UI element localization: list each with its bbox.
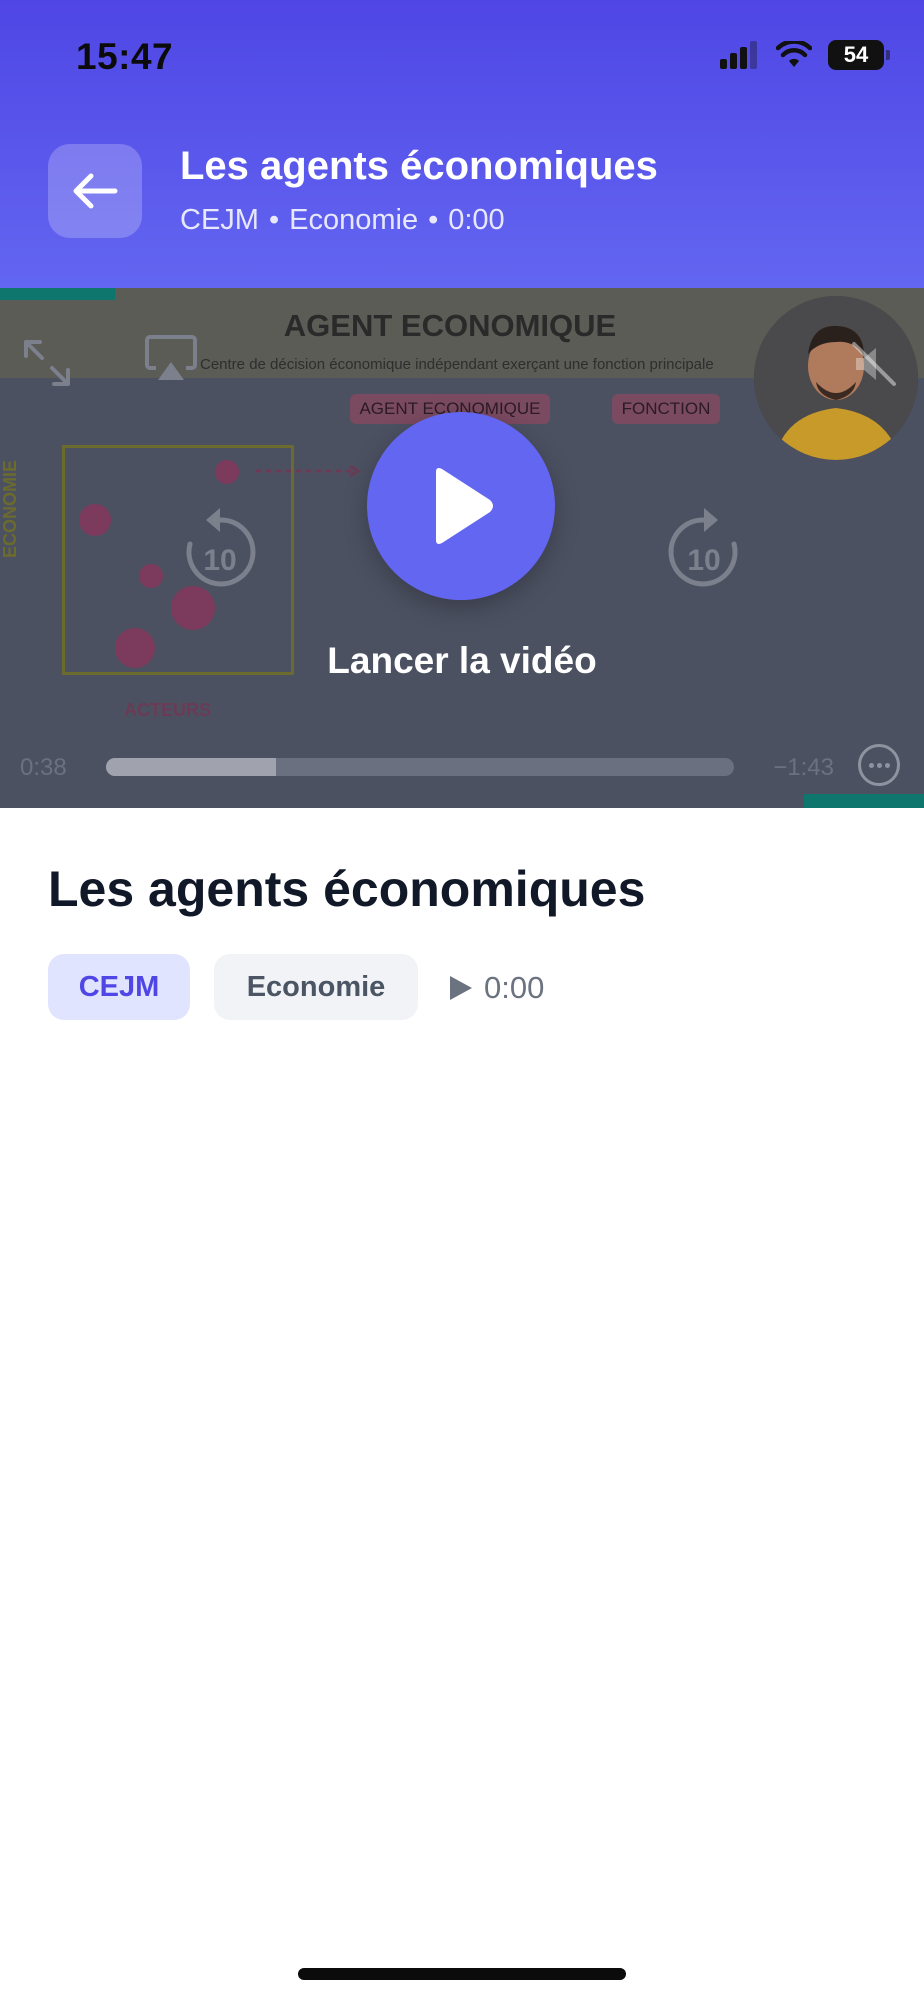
slide-tag-function: FONCTION <box>612 394 720 424</box>
slide-axis-x-label: ACTEURS <box>124 700 212 720</box>
video-player[interactable]: AGENT ECONOMIQUE Centre de décision écon… <box>0 288 924 808</box>
progress-fill <box>106 758 276 776</box>
meta-separator: • <box>268 204 280 236</box>
header: 15:47 54 Les agents économiques CEJM • Eco… <box>0 0 924 288</box>
airplay-icon[interactable] <box>144 334 198 384</box>
header-topic: Economie <box>289 204 419 236</box>
home-indicator[interactable] <box>298 1968 626 1980</box>
lesson-duration: 0:00 <box>448 970 544 1006</box>
slide-bubble <box>139 564 163 588</box>
play-small-icon <box>450 976 472 1000</box>
remaining-time: −1:43 <box>773 754 834 781</box>
status-icons: 54 <box>720 40 890 70</box>
header-duration: 0:00 <box>448 204 505 236</box>
signal-icon <box>720 41 757 69</box>
battery-icon: 54 <box>828 40 890 70</box>
more-icon[interactable] <box>858 744 900 786</box>
slide-arrow <box>256 464 361 478</box>
lesson-duration-value: 0:00 <box>484 970 545 1005</box>
slide-accent <box>804 794 924 808</box>
subject-chip[interactable]: CEJM <box>48 954 190 1020</box>
play-label[interactable]: Lancer la vidéo <box>0 640 924 682</box>
slide-axis-y-label: ECONOMIE <box>0 459 20 558</box>
replay-10-label: 10 <box>203 544 236 577</box>
slide-bubble <box>171 586 215 630</box>
presenter-thumbnail <box>754 296 918 460</box>
back-arrow-icon <box>73 173 118 209</box>
forward-10-icon[interactable]: 10 <box>664 506 744 592</box>
header-meta: CEJM • Economie • 0:00 <box>180 204 505 237</box>
slide-accent <box>0 288 115 300</box>
play-icon <box>436 468 493 544</box>
lesson-title: Les agents économiques <box>48 861 646 917</box>
status-time: 15:47 <box>76 36 174 77</box>
meta-separator: • <box>428 204 439 236</box>
slide-bubble <box>79 504 111 536</box>
back-button[interactable] <box>48 144 142 238</box>
topic-chip[interactable]: Economie <box>214 954 418 1020</box>
replay-10-icon[interactable]: 10 <box>180 506 260 592</box>
wifi-icon <box>776 41 812 67</box>
slide-subtitle: Centre de décision économique indépendan… <box>200 356 714 373</box>
progress-bar[interactable] <box>106 758 734 776</box>
slide-bubble <box>215 460 239 484</box>
play-button[interactable] <box>367 412 555 600</box>
header-title: Les agents économiques <box>180 144 658 188</box>
mute-icon[interactable] <box>850 340 898 388</box>
header-subject: CEJM <box>180 204 259 236</box>
fullscreen-icon[interactable] <box>22 338 72 388</box>
forward-10-label: 10 <box>687 544 720 577</box>
elapsed-time: 0:38 <box>20 754 67 781</box>
